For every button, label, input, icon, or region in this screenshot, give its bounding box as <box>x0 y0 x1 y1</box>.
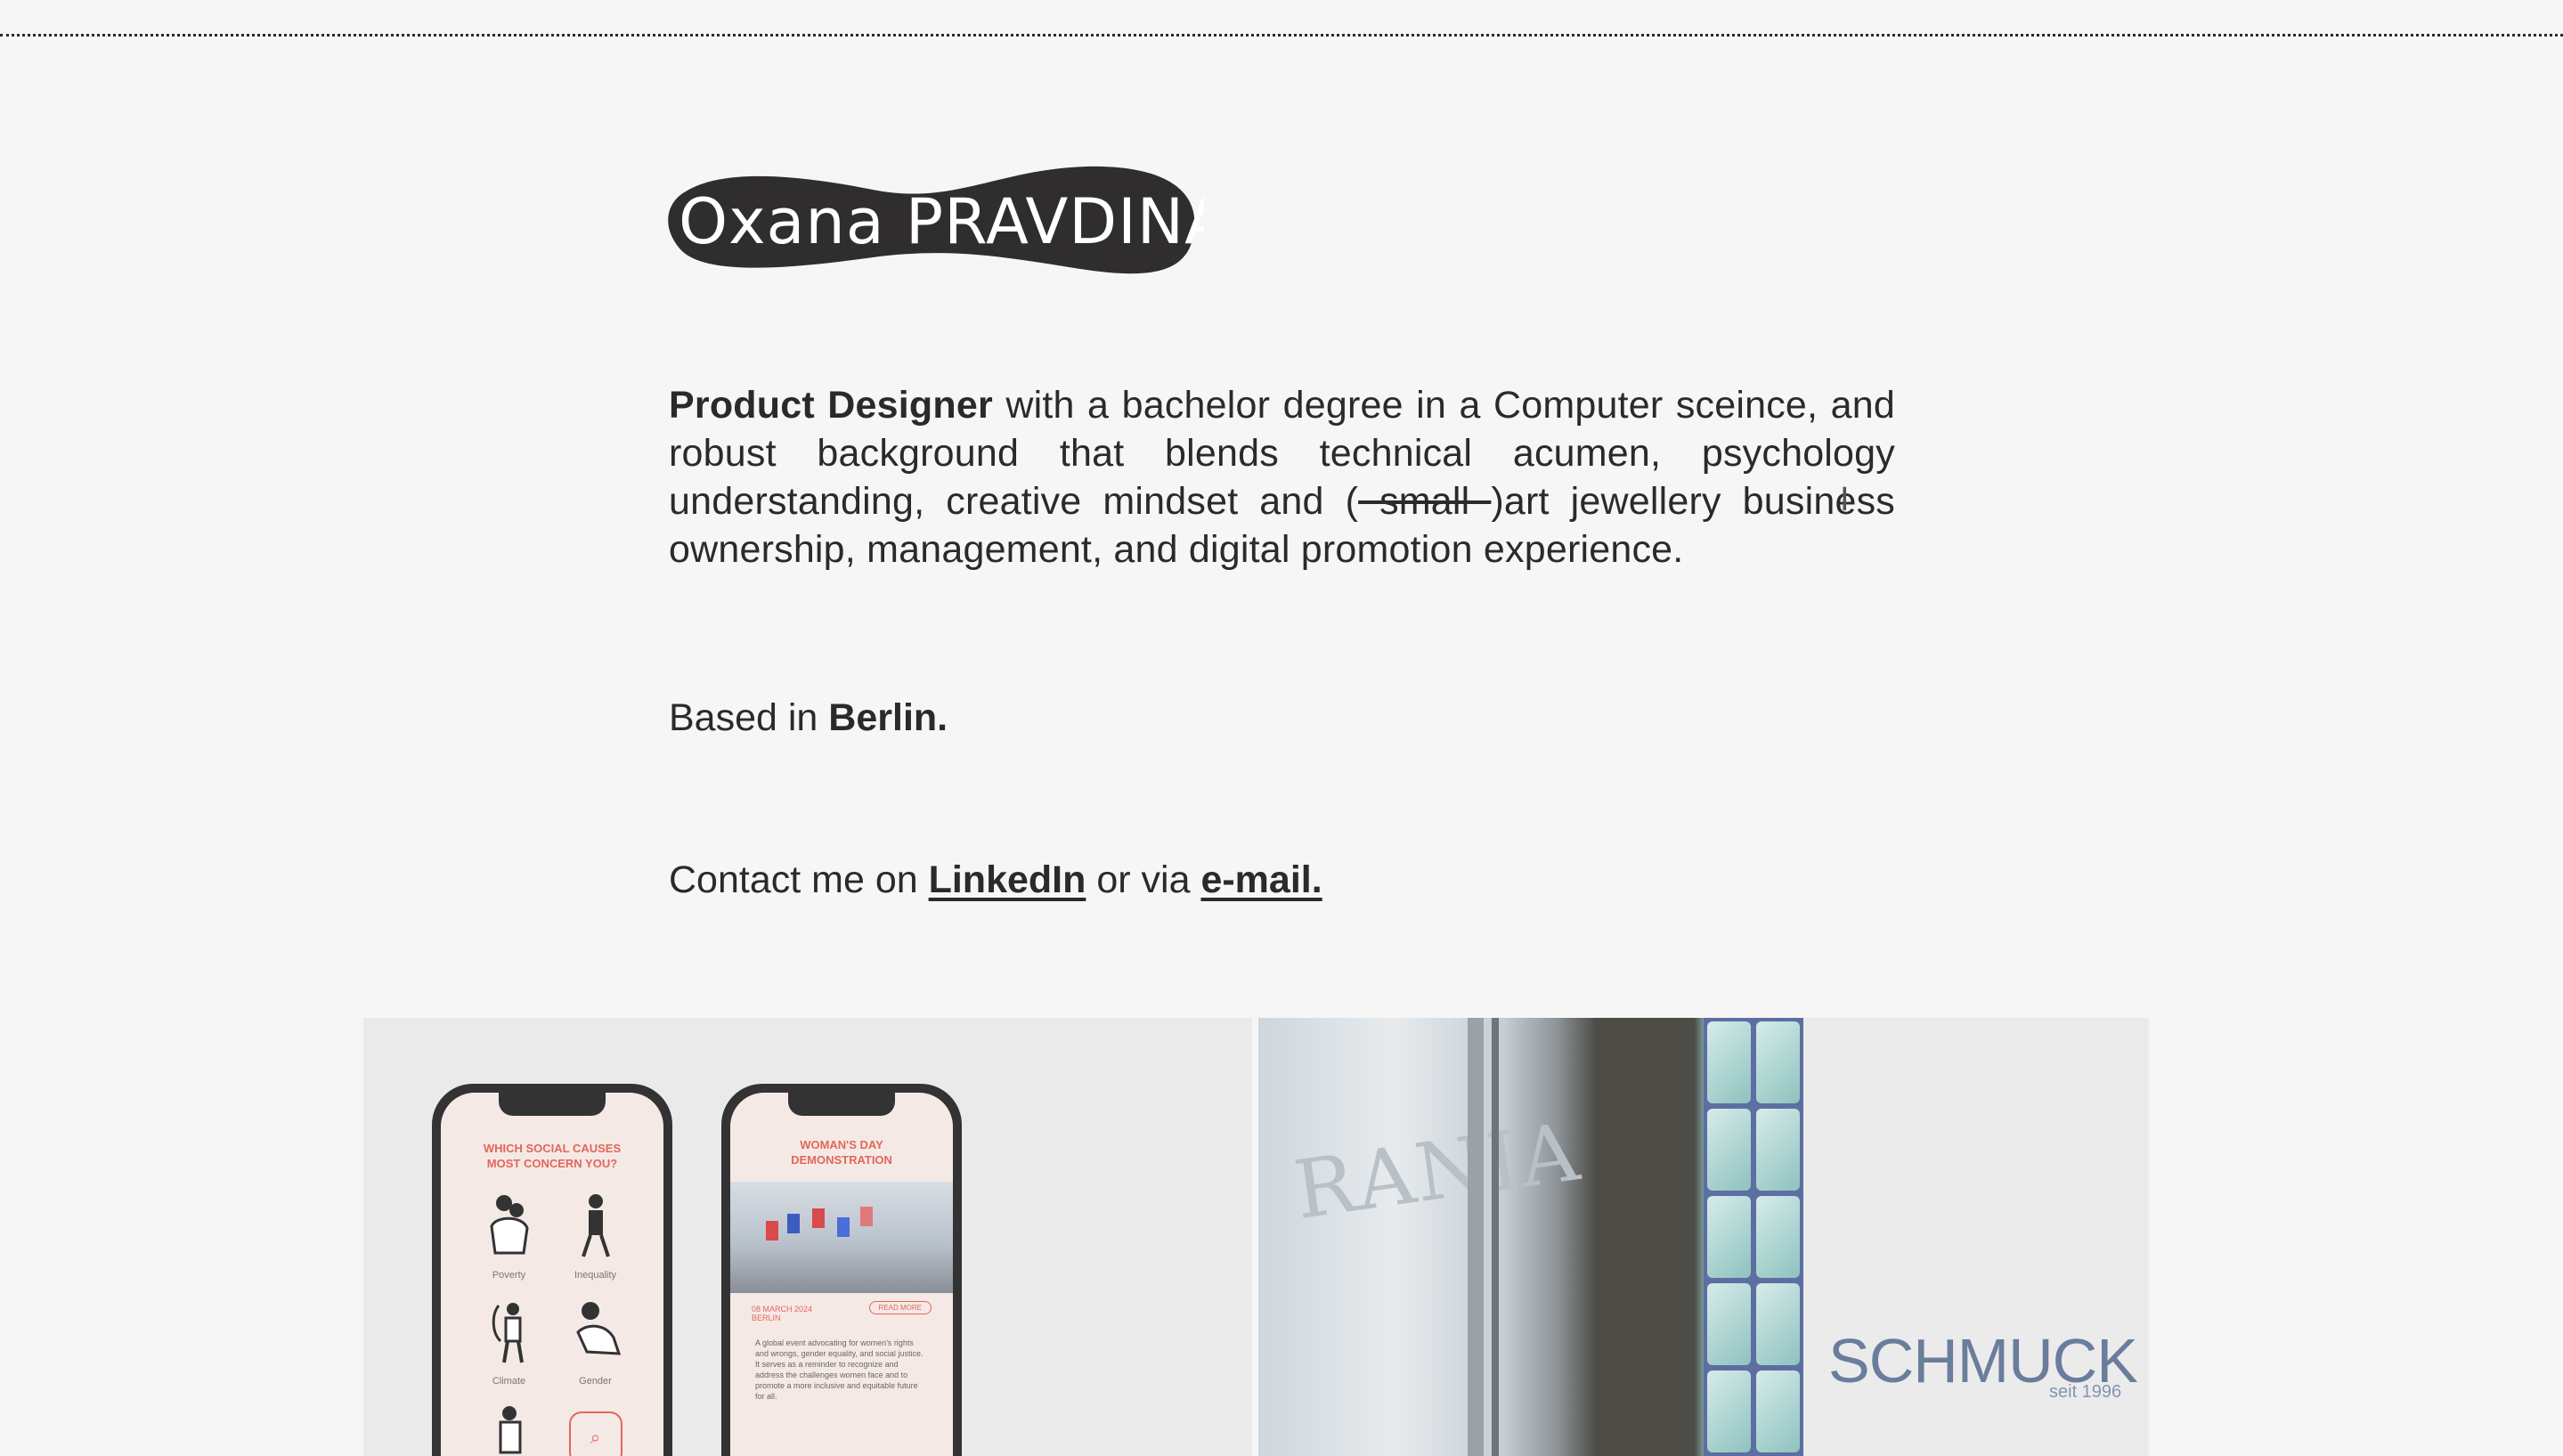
sitting-person-icon <box>575 1302 621 1355</box>
phone-mockup-causes: WHICH SOCIAL CAUSES MOST CONCERN YOU? Po… <box>432 1084 672 1456</box>
role-title: Product Designer <box>669 384 993 427</box>
cause-label: Gender <box>579 1376 612 1387</box>
cause-item <box>466 1403 552 1456</box>
person-with-backpack-icon <box>499 1406 521 1454</box>
contact-prefix: Contact me on <box>669 858 929 901</box>
flag-shape <box>860 1207 873 1226</box>
contact-middle: or via <box>1086 858 1201 901</box>
text-cursor-icon: I <box>1840 481 1850 518</box>
people-illustration-icon <box>489 1195 529 1255</box>
location-city: Berlin. <box>828 696 948 739</box>
flag-shape <box>837 1217 850 1237</box>
window-frame <box>1468 1018 1484 1456</box>
cause-item: Climate <box>466 1297 552 1387</box>
walking-person-icon <box>581 1194 610 1257</box>
email-link[interactable]: e-mail. <box>1200 858 1322 901</box>
shop-window-photo: RANIA <box>1258 1018 1803 1456</box>
phone-mockup-event: WOMAN'S DAY DEMONSTRATION 08 MARCH 2024 … <box>721 1084 962 1456</box>
phone-notch <box>499 1093 606 1116</box>
contact-line: Contact me on LinkedIn or via e-mail. <box>669 855 1322 905</box>
cause-item: Gender <box>552 1297 639 1387</box>
phone-notch <box>788 1093 895 1116</box>
logo[interactable]: Oxana PRAVDINA <box>668 165 1204 276</box>
flag-shape <box>787 1214 800 1233</box>
window-frame <box>1492 1018 1499 1456</box>
logo-text: Oxana PRAVDINA <box>679 185 1204 258</box>
phone-title-event: WOMAN'S DAY DEMONSTRATION <box>791 1138 892 1167</box>
event-description: A global event advocating for women's ri… <box>755 1338 923 1401</box>
causes-grid: Poverty Inequality Climate Gender ⌕ <box>466 1191 639 1456</box>
flag-shape <box>766 1221 778 1240</box>
cause-item: Poverty <box>466 1191 552 1281</box>
engraved-glass-text: RANIA <box>1289 1105 1586 1238</box>
read-more-button[interactable]: READ MORE <box>868 1301 932 1314</box>
search-icon[interactable]: ⌕ <box>568 1411 622 1456</box>
cause-label: Climate <box>492 1376 526 1387</box>
linkedin-link[interactable]: LinkedIn <box>929 858 1086 901</box>
bio-struck-word: small <box>1358 480 1492 523</box>
cause-item[interactable]: ⌕ <box>552 1403 639 1456</box>
event-place: BERLIN <box>752 1314 781 1322</box>
flag-shape <box>812 1208 825 1228</box>
brand-since: seit 1996 <box>2049 1382 2122 1402</box>
top-divider <box>0 34 2563 37</box>
phone-screen: WHICH SOCIAL CAUSES MOST CONCERN YOU? Po… <box>441 1093 663 1456</box>
bio-paragraph: Product Designer with a bachelor degree … <box>669 381 1895 573</box>
phone-title-causes: WHICH SOCIAL CAUSES MOST CONCERN YOU? <box>483 1142 622 1170</box>
demonstration-photo <box>730 1182 953 1293</box>
project-card-social-app[interactable]: WHICH SOCIAL CAUSES MOST CONCERN YOU? Po… <box>363 1018 1252 1456</box>
person-with-plant-icon <box>492 1303 524 1363</box>
project-card-schmuck[interactable]: RANIA SCHMUCK seit 1996 <box>1258 1018 2149 1456</box>
cause-label: Poverty <box>492 1270 526 1281</box>
location-prefix: Based in <box>669 696 829 739</box>
cause-item: Inequality <box>552 1191 639 1281</box>
phone-screen: WOMAN'S DAY DEMONSTRATION 08 MARCH 2024 … <box>730 1093 953 1456</box>
cause-label: Inequality <box>574 1270 617 1281</box>
location-line: Based in Berlin. <box>669 693 948 743</box>
glass-block-wall <box>1704 1018 1803 1456</box>
